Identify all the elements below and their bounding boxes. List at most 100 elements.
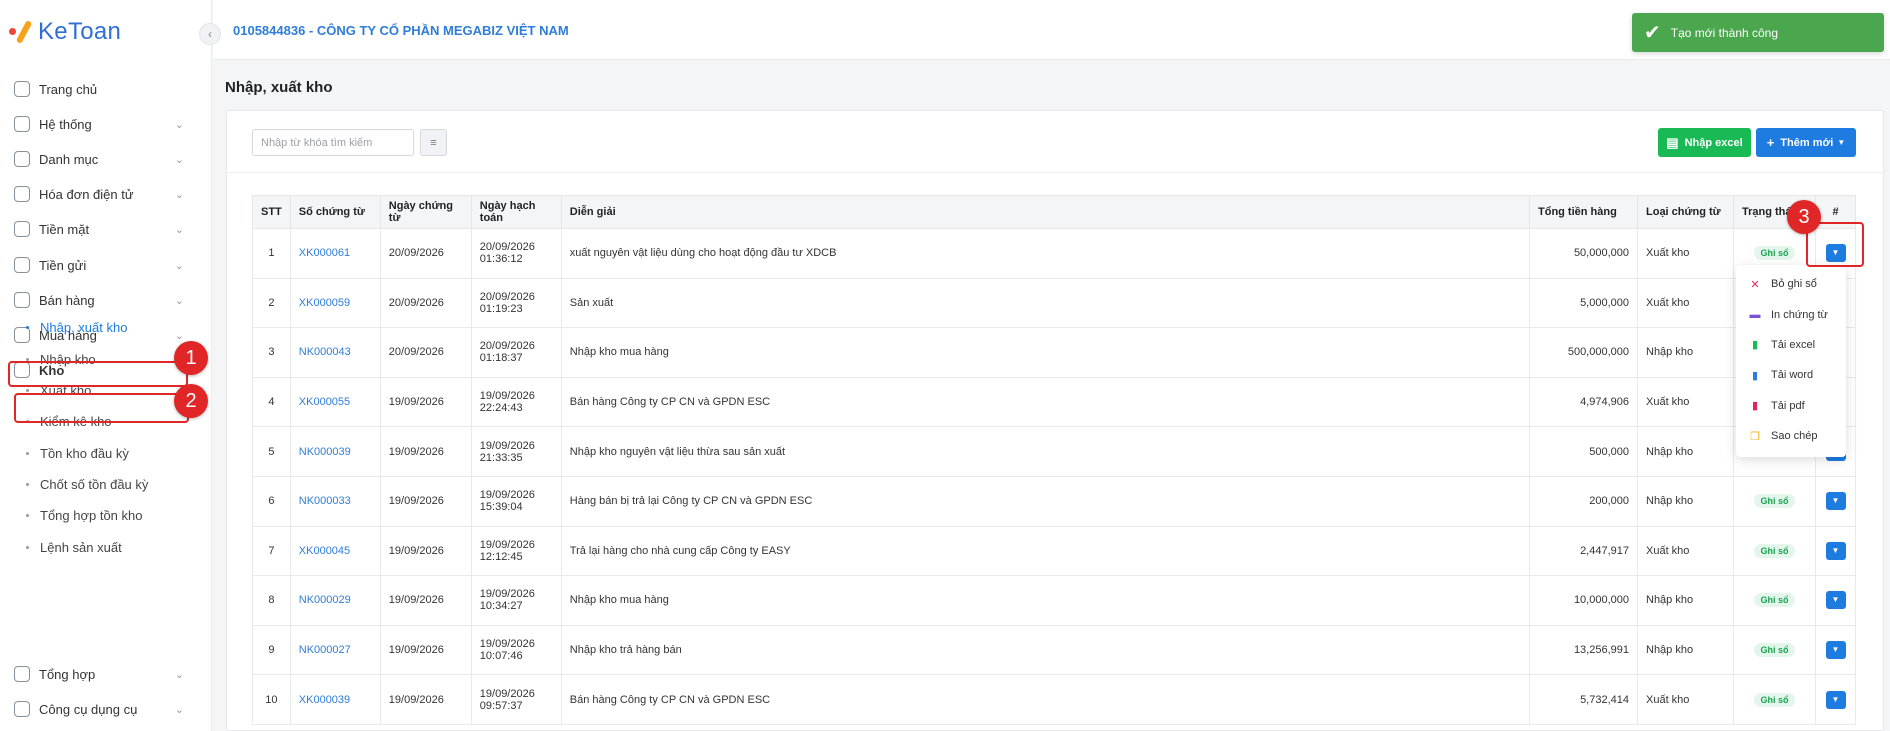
sidebar-item[interactable]: Tổng hợp ⌄ bbox=[14, 663, 184, 685]
cell-voucher-type: Nhập kho bbox=[1637, 624, 1734, 676]
table-row[interactable]: 10 XK000039 19/09/2026 19/09/2026 09:57:37 Bá… bbox=[252, 674, 1856, 725]
table-row[interactable]: 6 NK000033 19/09/2026 19/09/2026 15:39:04 Hàn… bbox=[252, 475, 1856, 527]
table-row[interactable]: 1 XK000061 20/09/2026 20/09/2026 01:36:12 xuấ… bbox=[252, 228, 1856, 279]
caret-down-icon: ▼ bbox=[1831, 496, 1840, 506]
success-toast[interactable]: ✔ Tạo mới thành công bbox=[1632, 13, 1884, 52]
cell-total: 500,000,000 bbox=[1529, 327, 1638, 378]
cell-voucher-link[interactable]: NK000027 bbox=[289, 624, 381, 676]
sidebar-item[interactable]: Hóa đơn điện tử ⌄ bbox=[14, 183, 184, 205]
row-action-button[interactable]: ▼ bbox=[1825, 492, 1846, 511]
table-row[interactable]: 4 XK000055 19/09/2026 19/09/2026 22:24:43 Bán… bbox=[252, 376, 1856, 428]
sidebar-subitem[interactable]: Chốt số tồn đầu kỳ bbox=[26, 474, 186, 494]
sidebar-collapse-icon[interactable]: ‹ bbox=[199, 23, 221, 45]
cell-total: 5,732,414 bbox=[1529, 674, 1638, 725]
table-row[interactable]: 9 NK000027 19/09/2026 19/09/2026 10:07:46 Nhậ… bbox=[252, 624, 1856, 676]
home-icon bbox=[14, 81, 30, 97]
cell-stt: 7 bbox=[252, 525, 291, 577]
sidebar-subitem[interactable]: Tồn kho đầu kỳ bbox=[26, 443, 186, 463]
row-action-button[interactable]: ▼ bbox=[1825, 541, 1846, 560]
cell-description: Sản xuất bbox=[560, 277, 1531, 329]
sidebar-subitem[interactable]: Nhập, xuất kho bbox=[26, 317, 186, 337]
sidebar-item[interactable]: Tiền gửi ⌄ bbox=[14, 254, 184, 276]
sidebar-item-label: Công cụ dụng cụ bbox=[39, 701, 138, 717]
cell-stt: 4 bbox=[252, 376, 291, 428]
col-header[interactable]: Diễn giải bbox=[560, 195, 1531, 229]
posting-time: 21:33:35 bbox=[479, 451, 523, 464]
col-header[interactable]: Ngày hạch toán bbox=[470, 195, 562, 229]
sidebar-subitem[interactable]: Tổng hợp tồn kho bbox=[26, 505, 186, 525]
search-input[interactable] bbox=[252, 129, 414, 156]
caret-down-icon: ▼ bbox=[1831, 545, 1840, 555]
table-row[interactable]: 8 NK000029 19/09/2026 19/09/2026 10:34:27 Nhậ… bbox=[252, 575, 1856, 626]
bullet-icon bbox=[26, 325, 29, 329]
sidebar-item[interactable]: Trang chủ bbox=[14, 78, 184, 100]
sidebar-item[interactable]: Tiền mặt ⌄ bbox=[14, 218, 184, 240]
table-row[interactable]: 2 XK000059 20/09/2026 20/09/2026 01:19:23 Sản… bbox=[252, 277, 1856, 329]
col-header[interactable]: Tổng tiền hàng bbox=[1529, 195, 1638, 229]
cell-posting-date: 19/09/2026 12:12:45 bbox=[470, 525, 562, 577]
cell-voucher-date: 19/09/2026 bbox=[379, 426, 472, 477]
posting-time: 12:12:45 bbox=[479, 550, 523, 563]
menu-item-printer[interactable]: ▬ In chứng từ bbox=[1736, 299, 1846, 329]
cell-voucher-link[interactable]: XK000045 bbox=[289, 525, 381, 577]
cell-voucher-link[interactable]: XK000039 bbox=[289, 674, 381, 725]
col-header[interactable]: Loại chứng từ bbox=[1637, 195, 1734, 229]
sidebar-item[interactable]: Danh mục ⌄ bbox=[14, 148, 184, 170]
gear-icon bbox=[14, 116, 30, 132]
sidebar-item[interactable]: Công cụ dụng cụ ⌄ bbox=[14, 698, 184, 720]
menu-item-pdf-file[interactable]: ▮ Tải pdf bbox=[1736, 391, 1846, 421]
highlight-nhap-xuat-kho bbox=[14, 393, 189, 423]
chevron-down-icon: ⌄ bbox=[174, 153, 184, 166]
cell-stt: 2 bbox=[252, 277, 291, 329]
sidebar-item[interactable]: Hệ thống ⌄ bbox=[14, 113, 184, 135]
add-new-button[interactable]: + Thêm mới ▼ bbox=[1756, 128, 1856, 157]
menu-item-excel-file[interactable]: ▮ Tải excel bbox=[1736, 330, 1846, 360]
menu-item-label: Tải excel bbox=[1771, 338, 1816, 351]
posting-time: 15:39:04 bbox=[479, 501, 523, 514]
cell-voucher-link[interactable]: XK000059 bbox=[289, 277, 381, 329]
posting-date: 20/09/2026 bbox=[479, 241, 535, 254]
cell-voucher-link[interactable]: NK000029 bbox=[289, 575, 381, 626]
cell-posting-date: 19/09/2026 10:07:46 bbox=[470, 624, 562, 676]
import-excel-button[interactable]: ▤ Nhập excel bbox=[1658, 128, 1751, 157]
cell-voucher-link[interactable]: XK000055 bbox=[289, 376, 381, 428]
company-name: 0105844836 - CÔNG TY CỔ PHẦN MEGABIZ VIỆ… bbox=[233, 23, 569, 38]
col-header[interactable]: STT bbox=[252, 195, 291, 229]
menu-item-copy[interactable]: ❐ Sao chép bbox=[1736, 421, 1846, 451]
cell-voucher-type: Nhập kho bbox=[1637, 575, 1734, 626]
menu-item-word-file[interactable]: ▮ Tải word bbox=[1736, 360, 1846, 390]
chevron-down-icon: ⌄ bbox=[174, 259, 184, 272]
cell-total: 5,000,000 bbox=[1529, 277, 1638, 329]
sidebar-subitem[interactable]: Lệnh sản xuất bbox=[26, 537, 186, 557]
cell-voucher-link[interactable]: XK000061 bbox=[289, 228, 381, 279]
bullet-icon bbox=[26, 482, 29, 486]
cell-voucher-link[interactable]: NK000033 bbox=[289, 475, 381, 527]
row-action-button[interactable]: ▼ bbox=[1825, 641, 1846, 660]
bullet-icon bbox=[26, 545, 29, 549]
cell-stt: 10 bbox=[252, 674, 291, 725]
row-action-button[interactable]: ▼ bbox=[1825, 591, 1846, 610]
bullet-icon bbox=[26, 513, 29, 517]
status-badge: Ghi sổ bbox=[1754, 246, 1795, 261]
logo[interactable]: KeToan bbox=[8, 14, 121, 50]
excel-file-icon: ▮ bbox=[1751, 339, 1759, 352]
table-row[interactable]: 3 NK000043 20/09/2026 20/09/2026 01:18:37 Nhậ… bbox=[252, 327, 1856, 378]
status-badge: Ghi sổ bbox=[1754, 543, 1795, 558]
col-header[interactable]: Số chứng từ bbox=[289, 195, 381, 229]
status-badge: Ghi sổ bbox=[1754, 593, 1795, 608]
invoice-icon bbox=[14, 186, 30, 202]
col-header[interactable]: Ngày chứng từ bbox=[379, 195, 472, 229]
cell-status: Ghi sổ bbox=[1733, 674, 1816, 725]
status-badge: Ghi sổ bbox=[1754, 643, 1795, 658]
cell-voucher-type: Nhập kho bbox=[1637, 327, 1734, 378]
sidebar-item[interactable]: Bán hàng ⌄ bbox=[14, 289, 184, 311]
table-row[interactable]: 7 XK000045 19/09/2026 19/09/2026 12:12:45 Trả… bbox=[252, 525, 1856, 577]
row-action-button[interactable]: ▼ bbox=[1825, 690, 1846, 709]
menu-item-close[interactable]: ✕ Bỏ ghi sổ bbox=[1736, 269, 1846, 299]
pdf-file-icon: ▮ bbox=[1751, 400, 1759, 413]
cell-posting-date: 20/09/2026 01:19:23 bbox=[470, 277, 562, 329]
filter-button[interactable]: ≡ bbox=[420, 129, 447, 156]
cell-voucher-link[interactable]: NK000043 bbox=[289, 327, 381, 378]
cell-voucher-link[interactable]: NK000039 bbox=[289, 426, 381, 477]
table-row[interactable]: 5 NK000039 19/09/2026 19/09/2026 21:33:35 Nhậ… bbox=[252, 426, 1856, 477]
